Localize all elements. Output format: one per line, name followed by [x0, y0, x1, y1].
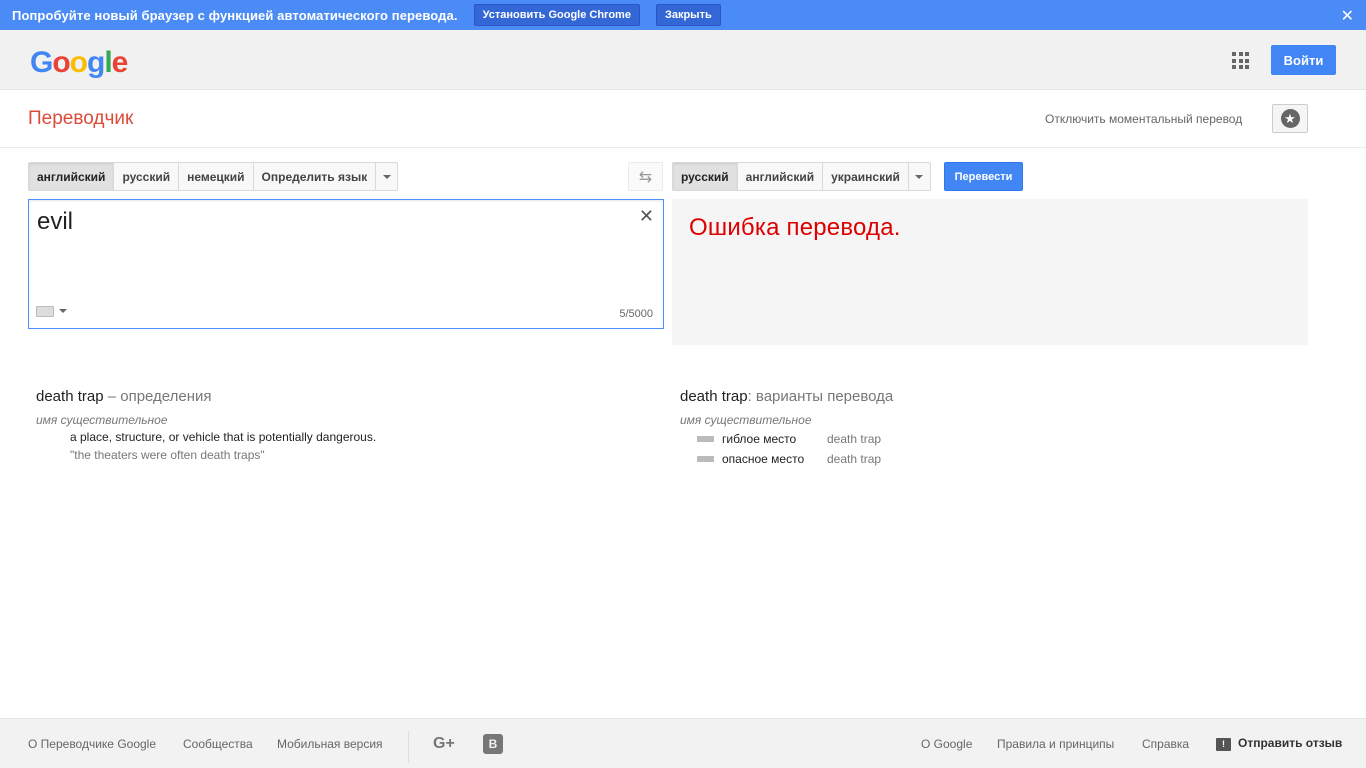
translation-result: Ошибка перевода. — [672, 199, 1308, 345]
translate-button[interactable]: Перевести — [944, 162, 1023, 191]
variants-suffix: : варианты перевода — [747, 388, 894, 405]
feedback-icon[interactable]: ! — [1216, 738, 1231, 751]
source-lang-tab-german[interactable]: немецкий — [179, 163, 254, 190]
swap-languages-button[interactable]: ⇆ — [628, 162, 663, 191]
source-lang-tab-detect[interactable]: Определить язык — [254, 163, 377, 190]
logo-letter: e — [111, 46, 129, 79]
definitions-section: death trap – определения имя существител… — [36, 388, 636, 462]
apps-grid-icon[interactable] — [1232, 52, 1249, 69]
source-text-area[interactable]: evil ✕ 5/5000 — [28, 199, 664, 329]
chrome-promo-banner: Попробуйте новый браузер с функцией авто… — [0, 0, 1366, 30]
clear-icon[interactable]: ✕ — [639, 206, 654, 227]
keyboard-icon[interactable] — [36, 306, 54, 317]
variant-back-translation[interactable]: death trap — [827, 452, 881, 466]
translation-error: Ошибка перевода. — [689, 214, 901, 241]
definition-example: "the theaters were often death traps" — [70, 448, 265, 462]
send-feedback-link[interactable]: Отправить отзыв — [1238, 736, 1342, 750]
target-lang-dropdown[interactable] — [909, 163, 930, 190]
logo-letter: o — [52, 46, 70, 79]
source-lang-tab-english[interactable]: английский — [29, 163, 115, 190]
target-lang-tab-russian[interactable]: русский — [673, 163, 738, 190]
phrasebook-button[interactable]: ★ — [1272, 104, 1308, 133]
google-plus-icon[interactable]: G+ — [433, 735, 455, 753]
variants-heading: death trap: варианты перевода — [680, 388, 1280, 405]
variants-term: death trap — [680, 388, 748, 405]
logo-letter: l — [104, 46, 112, 79]
variant-row: гиблое место death trap — [680, 431, 1280, 447]
logo-letter: o — [69, 46, 88, 79]
variant-word[interactable]: опасное место — [722, 452, 827, 466]
chevron-down-icon[interactable] — [59, 309, 67, 313]
definitions-term: death trap — [36, 388, 104, 405]
footer-link-help[interactable]: Справка — [1142, 737, 1189, 751]
target-lang-tab-ukrainian[interactable]: украинский — [823, 163, 909, 190]
star-icon: ★ — [1280, 109, 1300, 128]
variants-section: death trap: варианты перевода имя сущест… — [680, 388, 1280, 467]
frequency-bar — [697, 456, 714, 462]
definitions-heading: death trap – определения — [36, 388, 636, 405]
swap-icon: ⇆ — [638, 168, 653, 186]
definition-text: a place, structure, or vehicle that is p… — [70, 430, 377, 444]
signin-button[interactable]: Войти — [1271, 45, 1336, 75]
variant-back-translation[interactable]: death trap — [827, 432, 881, 446]
instant-translation-toggle[interactable]: Отключить моментальный перевод — [1045, 112, 1242, 126]
source-lang-tab-russian[interactable]: русский — [114, 163, 180, 190]
footer-link-about-translate[interactable]: О Переводчике Google — [28, 737, 156, 751]
target-lang-tab-english[interactable]: английский — [738, 163, 824, 190]
frequency-bar — [697, 436, 714, 442]
close-icon[interactable]: ✕ — [1341, 6, 1354, 26]
source-text[interactable]: evil — [37, 208, 73, 236]
install-chrome-button[interactable]: Установить Google Chrome — [473, 4, 640, 26]
chevron-down-icon — [382, 174, 391, 179]
variant-row: опасное место death trap — [680, 451, 1280, 467]
top-header: Google Войти — [0, 30, 1366, 90]
blogger-icon[interactable]: B — [483, 734, 503, 754]
footer-link-about-google[interactable]: О Google — [921, 737, 972, 751]
chevron-down-icon — [915, 174, 924, 179]
translator-subheader: Переводчик Отключить моментальный перево… — [0, 90, 1366, 148]
logo-letter: g — [87, 46, 105, 79]
part-of-speech: имя существительное — [680, 413, 812, 427]
logo-letter: G — [30, 46, 53, 79]
promo-text: Попробуйте новый браузер с функцией авто… — [12, 7, 458, 23]
source-language-bar: английский русский немецкий Определить я… — [28, 162, 399, 191]
page-title[interactable]: Переводчик — [28, 108, 133, 130]
source-lang-dropdown[interactable] — [376, 163, 397, 190]
google-logo[interactable]: Google — [30, 46, 129, 80]
part-of-speech: имя существительное — [36, 413, 168, 427]
footer-divider — [408, 731, 409, 763]
definitions-suffix: – определения — [103, 388, 212, 405]
page-footer: О Переводчике Google Сообщества Мобильна… — [0, 718, 1366, 768]
footer-link-mobile[interactable]: Мобильная версия — [277, 737, 383, 751]
variant-word[interactable]: гиблое место — [722, 432, 827, 446]
char-counter: 5/5000 — [619, 308, 653, 320]
target-language-bar: русский английский украинский — [672, 162, 931, 191]
footer-link-community[interactable]: Сообщества — [183, 737, 253, 751]
close-promo-button[interactable]: Закрыть — [655, 4, 721, 26]
footer-link-privacy[interactable]: Правила и принципы — [997, 737, 1114, 751]
